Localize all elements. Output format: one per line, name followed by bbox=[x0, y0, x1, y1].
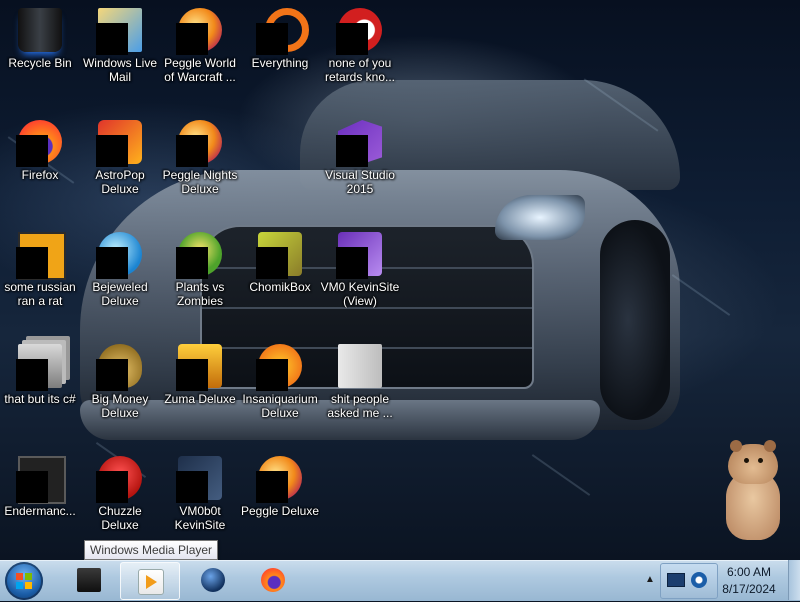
windows-media-player-icon bbox=[138, 569, 164, 595]
redaction-box bbox=[16, 359, 48, 391]
icon-label: some russian ran a rat bbox=[4, 280, 76, 308]
redaction-box bbox=[256, 471, 288, 503]
taskbar-button-globe[interactable] bbox=[184, 562, 242, 598]
desktop-icon-insaniquarium-deluxe[interactable]: Insaniquarium Deluxe bbox=[240, 336, 320, 436]
redaction-box bbox=[256, 247, 288, 279]
redaction-box bbox=[176, 247, 208, 279]
redaction-box bbox=[16, 471, 48, 503]
redaction-box bbox=[16, 247, 48, 279]
redaction-box bbox=[96, 359, 128, 391]
tooltip: Windows Media Player bbox=[84, 540, 219, 560]
desktop-icon-bejeweled-deluxe[interactable]: Bejeweled Deluxe bbox=[80, 224, 160, 324]
redaction-box bbox=[96, 23, 128, 55]
recycle-bin-icon bbox=[18, 8, 62, 52]
icon-label: Peggle Nights Deluxe bbox=[162, 168, 238, 196]
desktop-icon-big-money-deluxe[interactable]: Big Money Deluxe bbox=[80, 336, 160, 436]
desktop-icon-endermanch[interactable]: Endermanc... bbox=[0, 448, 80, 548]
desktop-icon-some-russian-ran-a-rat[interactable]: some russian ran a rat bbox=[0, 224, 80, 324]
icon-label: Chuzzle Deluxe bbox=[98, 504, 142, 532]
desktop-icon-shit-people-asked-me[interactable]: shit people asked me ... bbox=[320, 336, 400, 436]
taskbar-button-windows-media-player[interactable] bbox=[120, 562, 180, 600]
globe-icon bbox=[201, 568, 225, 592]
icon-label: VM0 KevinSite (View) bbox=[320, 280, 400, 308]
icon-label: none of you retards kno... bbox=[324, 56, 396, 84]
taskbar-clock[interactable]: 6:00 AM 8/17/2024 bbox=[718, 562, 780, 602]
notification-area[interactable] bbox=[660, 563, 718, 599]
wallpaper-car-wheel bbox=[600, 220, 670, 420]
desktop-icon-peggle-deluxe[interactable]: Peggle Deluxe bbox=[240, 448, 320, 548]
monitor-icon bbox=[77, 568, 101, 592]
redaction-box bbox=[176, 359, 208, 391]
desktop-icon-recycle-bin[interactable]: Recycle Bin bbox=[0, 0, 80, 100]
desktop-icon-chuzzle-deluxe[interactable]: Chuzzle Deluxe bbox=[80, 448, 160, 548]
icon-label: AstroPop Deluxe bbox=[95, 168, 145, 196]
icon-label: ChomikBox bbox=[249, 280, 311, 294]
start-button[interactable] bbox=[5, 562, 43, 600]
desktop-icon-everything[interactable]: Everything bbox=[240, 0, 320, 100]
icon-label: Peggle World of Warcraft ... bbox=[164, 56, 236, 84]
desktop-icon-chomikbox[interactable]: ChomikBox bbox=[240, 224, 320, 324]
icon-label: Plants vs Zombies bbox=[175, 280, 225, 308]
desktop-icon-vm0-kevinsite-view[interactable]: VM0 KevinSite (View) bbox=[320, 224, 400, 324]
clock-date: 8/17/2024 bbox=[722, 582, 776, 596]
redaction-box bbox=[336, 135, 368, 167]
desktop-icon-peggle-world-of-warcraft[interactable]: Peggle World of Warcraft ... bbox=[160, 0, 240, 100]
taskbar-button-firefox[interactable] bbox=[244, 562, 302, 598]
redaction-box bbox=[256, 23, 288, 55]
redaction-box bbox=[96, 247, 128, 279]
icon-label: Bejeweled Deluxe bbox=[92, 280, 148, 308]
wallpaper-car-headlight bbox=[495, 195, 585, 240]
redaction-box bbox=[96, 471, 128, 503]
icon-label: shit people asked me ... bbox=[327, 392, 393, 420]
icon-label: Peggle Deluxe bbox=[240, 504, 320, 518]
desktop-icon-vm0b0t-kevinsite[interactable]: VM0b0t KevinSite bbox=[160, 448, 240, 548]
desktop-icon-windows-live-mail[interactable]: Windows Live Mail bbox=[80, 0, 160, 100]
icon-label: Visual Studio 2015 bbox=[325, 168, 395, 196]
windows-start-orb-icon bbox=[16, 573, 32, 589]
desktop-icon-none-of-you[interactable]: none of you retards kno... bbox=[320, 0, 400, 100]
clock-time: 6:00 AM bbox=[726, 565, 772, 579]
desktop-icon-zuma-deluxe[interactable]: Zuma Deluxe bbox=[160, 336, 240, 436]
hamster-image[interactable] bbox=[722, 440, 784, 540]
redaction-box bbox=[16, 135, 48, 167]
icon-label: Big Money Deluxe bbox=[91, 392, 149, 420]
icon-label: Insaniquarium Deluxe bbox=[242, 392, 318, 420]
desktop-icon-visual-studio-2015[interactable]: Visual Studio 2015 bbox=[320, 112, 400, 212]
folder-icon bbox=[338, 344, 382, 388]
redaction-box bbox=[176, 471, 208, 503]
show-hidden-icons-button[interactable]: ▲ bbox=[642, 570, 658, 590]
icon-label: Firefox bbox=[21, 168, 59, 182]
icon-label: Zuma Deluxe bbox=[164, 392, 236, 406]
icon-label: Everything bbox=[251, 56, 309, 70]
icon-label: Windows Live Mail bbox=[82, 56, 158, 84]
desktop-icon-that-but-its-csharp[interactable]: that but its c# bbox=[0, 336, 80, 436]
network-icon[interactable] bbox=[667, 573, 685, 587]
desktop-icon-astropop-deluxe[interactable]: AstroPop Deluxe bbox=[80, 112, 160, 212]
show-desktop-button[interactable] bbox=[788, 560, 800, 600]
desktop-icon-peggle-nights-deluxe[interactable]: Peggle Nights Deluxe bbox=[160, 112, 240, 212]
icon-label: Endermanc... bbox=[4, 504, 76, 518]
redaction-box bbox=[336, 247, 368, 279]
redaction-box bbox=[176, 135, 208, 167]
redaction-box bbox=[96, 135, 128, 167]
icon-label: VM0b0t KevinSite bbox=[174, 504, 226, 532]
icon-label: Recycle Bin bbox=[8, 56, 72, 70]
desktop-icon-firefox[interactable]: Firefox bbox=[0, 112, 80, 212]
desktop-icon-plants-vs-zombies[interactable]: Plants vs Zombies bbox=[160, 224, 240, 324]
redaction-box bbox=[176, 23, 208, 55]
redaction-box bbox=[336, 23, 368, 55]
icon-label: that but its c# bbox=[4, 392, 76, 406]
firefox-icon bbox=[261, 568, 285, 592]
taskbar-button-monitor[interactable] bbox=[60, 562, 118, 598]
redaction-box bbox=[256, 359, 288, 391]
volume-icon[interactable] bbox=[691, 572, 707, 588]
